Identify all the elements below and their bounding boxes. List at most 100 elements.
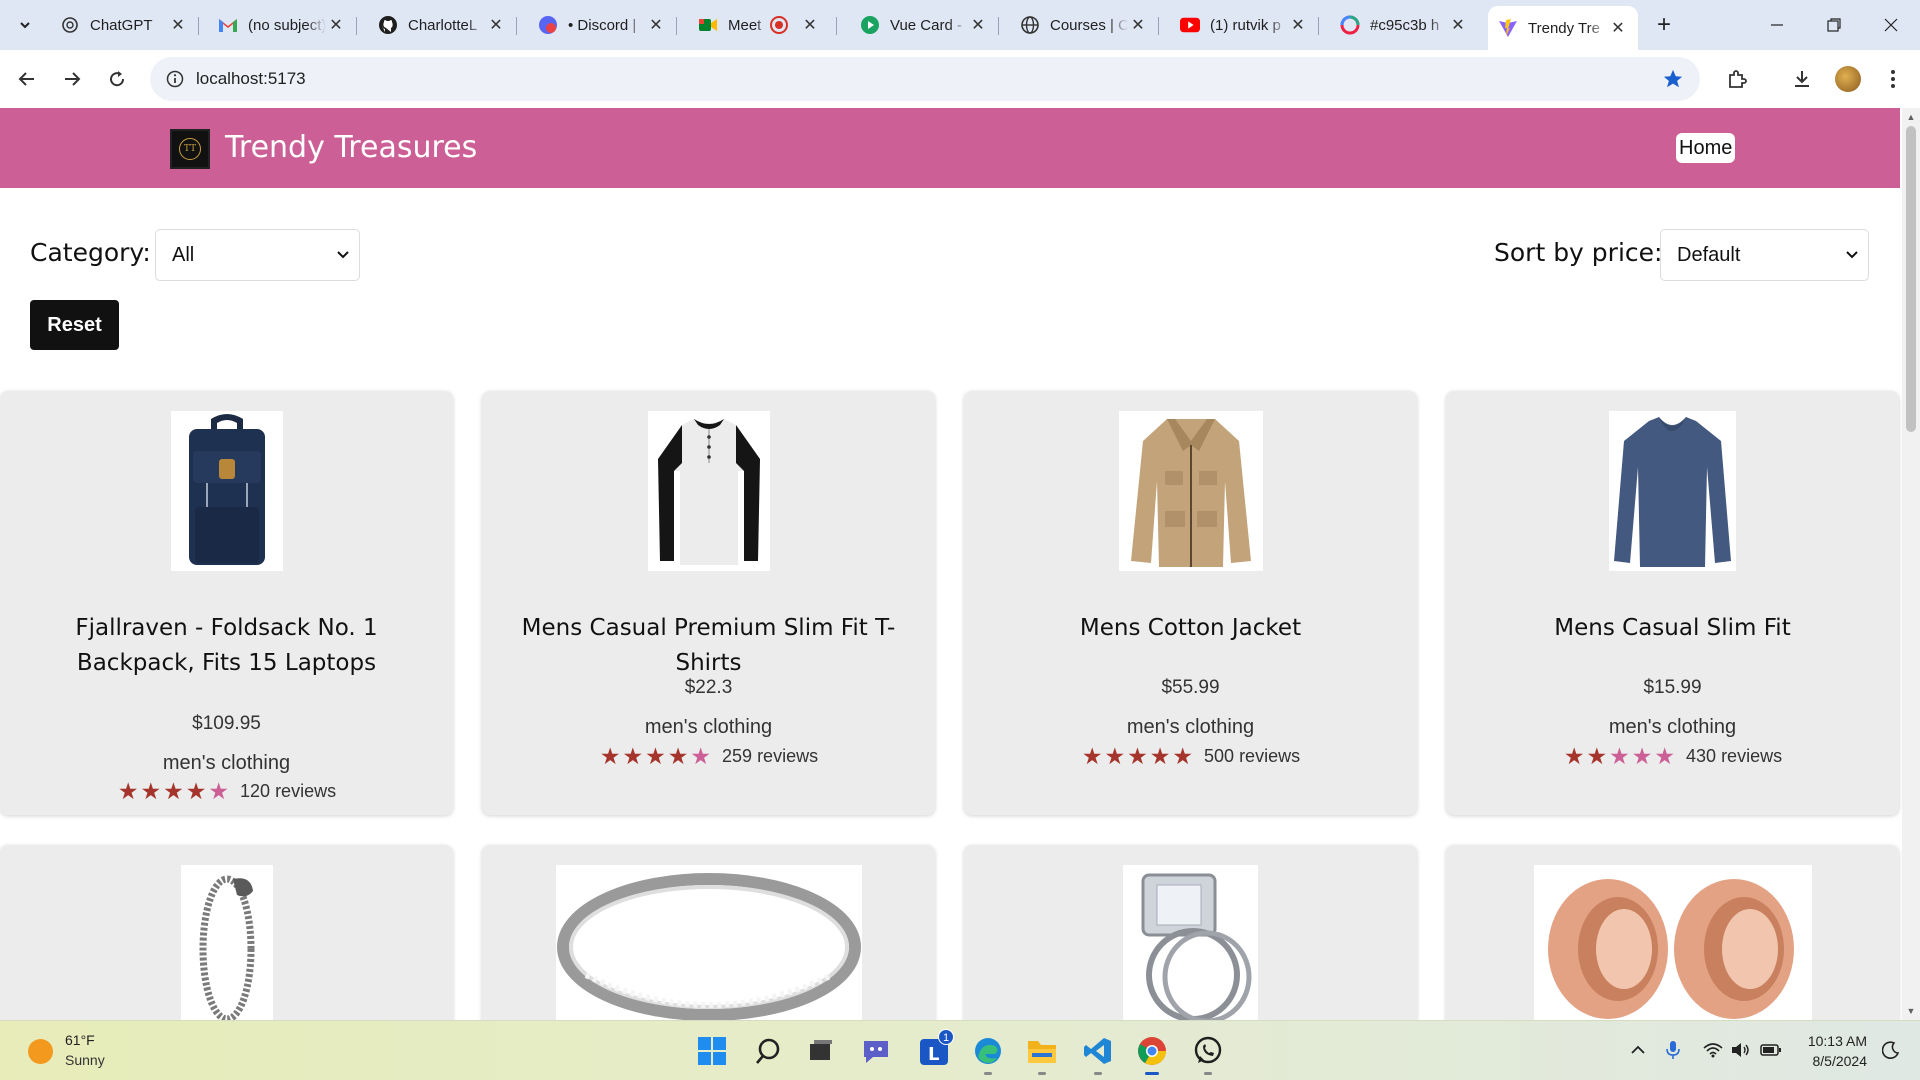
tab-vue-card[interactable]: Vue Card - ✕ — [850, 8, 999, 42]
category-select[interactable]: All — [155, 229, 360, 281]
downloads-button[interactable] — [1787, 64, 1817, 94]
product-card[interactable] — [1446, 845, 1899, 1020]
sort-select[interactable]: Default — [1660, 229, 1869, 281]
back-button[interactable] — [12, 64, 42, 94]
battery-icon — [1760, 1044, 1781, 1056]
close-icon[interactable]: ✕ — [486, 15, 506, 35]
scroll-down-icon[interactable]: ▼ — [1906, 1006, 1916, 1016]
address-bar[interactable]: localhost:5173 — [150, 57, 1700, 101]
tab-meet[interactable]: Meet - ✕ — [688, 8, 837, 42]
site-info-icon[interactable] — [164, 68, 186, 90]
product-card[interactable]: Mens Cotton Jacket $55.99 men's clothing… — [964, 391, 1417, 815]
minimize-button[interactable] — [1749, 0, 1805, 50]
tab-github[interactable]: CharlotteL ✕ — [368, 8, 517, 42]
tab-separator — [998, 17, 999, 35]
github-icon — [378, 15, 398, 35]
tab-courses[interactable]: Courses | C ✕ — [1010, 8, 1159, 42]
product-name[interactable]: Mens Cotton Jacket — [984, 611, 1397, 646]
product-card[interactable]: Mens Casual Slim Fit $15.99 men's clothi… — [1446, 391, 1899, 815]
calendar-app-button[interactable]: L 1 — [916, 1029, 954, 1069]
tab-trendy-treasures[interactable]: Trendy Tre ✕ — [1488, 6, 1638, 50]
nav-home-link[interactable]: Home — [1676, 133, 1736, 163]
tab-discord[interactable]: • Discord | ✕ — [528, 8, 677, 42]
product-image-tshirt[interactable] — [647, 411, 770, 571]
chevron-down-icon — [20, 22, 30, 29]
url-text[interactable]: localhost:5173 — [196, 69, 306, 89]
product-image-longsleeve[interactable] — [1609, 411, 1736, 571]
close-icon[interactable]: ✕ — [1128, 15, 1148, 35]
close-icon[interactable]: ✕ — [646, 15, 666, 35]
vscode-button[interactable] — [1080, 1033, 1116, 1075]
product-image-bracelet[interactable] — [180, 865, 273, 1020]
page-scrollbar[interactable]: ▲ ▼ — [1902, 108, 1920, 1020]
tab-chatgpt[interactable]: ChatGPT ✕ — [50, 8, 199, 42]
product-card[interactable]: Fjallraven - Foldsack No. 1 Backpack, Fi… — [0, 391, 453, 815]
battery-button[interactable] — [1760, 1039, 1782, 1061]
chrome-icon — [1138, 1037, 1166, 1065]
restore-button[interactable] — [1806, 0, 1862, 50]
download-icon — [1795, 71, 1809, 87]
close-icon[interactable]: ✕ — [168, 15, 188, 35]
close-icon[interactable]: ✕ — [1448, 15, 1468, 35]
scrollbar-thumb[interactable] — [1906, 126, 1916, 432]
tab-youtube[interactable]: (1) rutvik p ✕ — [1170, 8, 1319, 42]
reload-button[interactable] — [102, 64, 132, 94]
show-hidden-icons-button[interactable] — [1627, 1039, 1649, 1061]
svg-text:L: L — [928, 1044, 939, 1065]
page-viewport: TT Trendy Treasures Home Category: All S… — [0, 108, 1920, 1020]
puzzle-icon — [1729, 70, 1747, 88]
product-card[interactable]: Mens Casual Premium Slim Fit T-Shirts $2… — [482, 391, 935, 815]
close-window-button[interactable] — [1863, 0, 1919, 50]
file-explorer-button[interactable] — [1024, 1033, 1060, 1075]
close-icon[interactable]: ✕ — [800, 15, 820, 35]
extensions-button[interactable] — [1722, 64, 1752, 94]
reload-icon — [110, 71, 125, 87]
profile-button[interactable] — [1833, 64, 1863, 94]
volume-button[interactable] — [1730, 1039, 1752, 1061]
start-button[interactable] — [694, 1033, 730, 1069]
star-filled-icon: ★ — [622, 743, 644, 769]
whatsapp-button[interactable] — [1190, 1033, 1226, 1075]
bookmark-star-icon[interactable] — [1661, 67, 1685, 91]
product-image-diamond-ring[interactable] — [1123, 865, 1258, 1020]
tab-color[interactable]: #c95c3b h ✕ — [1330, 8, 1478, 42]
microphone-button[interactable] — [1662, 1039, 1684, 1061]
product-name[interactable]: Mens Casual Premium Slim Fit T-Shirts — [502, 611, 915, 681]
tab-title: Vue Card - — [890, 16, 962, 34]
network-button[interactable] — [1702, 1039, 1724, 1061]
more-vertical-icon — [1891, 70, 1895, 88]
product-card[interactable] — [0, 845, 453, 1020]
chrome-button[interactable] — [1134, 1033, 1170, 1075]
scroll-up-icon[interactable]: ▲ — [1906, 112, 1916, 122]
star-filled-icon: ★ — [645, 743, 666, 769]
close-icon[interactable]: ✕ — [326, 15, 346, 35]
search-button[interactable] — [750, 1033, 786, 1069]
product-name[interactable]: Fjallraven - Foldsack No. 1 Backpack, Fi… — [20, 611, 433, 681]
close-icon[interactable]: ✕ — [968, 15, 988, 35]
discord-icon — [538, 15, 558, 35]
menu-button[interactable] — [1878, 64, 1908, 94]
close-icon[interactable]: ✕ — [1608, 18, 1628, 38]
task-view-button[interactable] — [802, 1033, 838, 1069]
forward-arrow-icon — [65, 72, 81, 86]
teams-chat-button[interactable] — [858, 1033, 894, 1069]
forward-button[interactable] — [57, 64, 87, 94]
product-card[interactable] — [482, 845, 935, 1020]
tab-gmail[interactable]: (no subject) ✕ — [208, 8, 357, 42]
reset-button[interactable]: Reset — [30, 300, 119, 350]
product-name[interactable]: Mens Casual Slim Fit — [1466, 611, 1879, 646]
notifications-button[interactable] — [1880, 1039, 1902, 1061]
brand-name[interactable]: Trendy Treasures — [225, 130, 477, 165]
new-tab-button[interactable]: + — [1650, 11, 1678, 38]
running-indicator — [1038, 1072, 1046, 1075]
tab-search-button[interactable] — [10, 12, 40, 38]
product-card[interactable] — [964, 845, 1417, 1020]
product-image-plugs[interactable] — [1533, 865, 1812, 1020]
close-icon[interactable]: ✕ — [1288, 15, 1308, 35]
product-image-jacket[interactable] — [1118, 411, 1263, 571]
product-image-ring[interactable] — [555, 865, 862, 1020]
edge-button[interactable] — [970, 1033, 1006, 1075]
clock[interactable]: 10:13 AM 8/5/2024 — [1805, 1031, 1867, 1071]
product-image-backpack[interactable] — [170, 411, 283, 571]
brand-logo[interactable]: TT — [170, 129, 210, 169]
